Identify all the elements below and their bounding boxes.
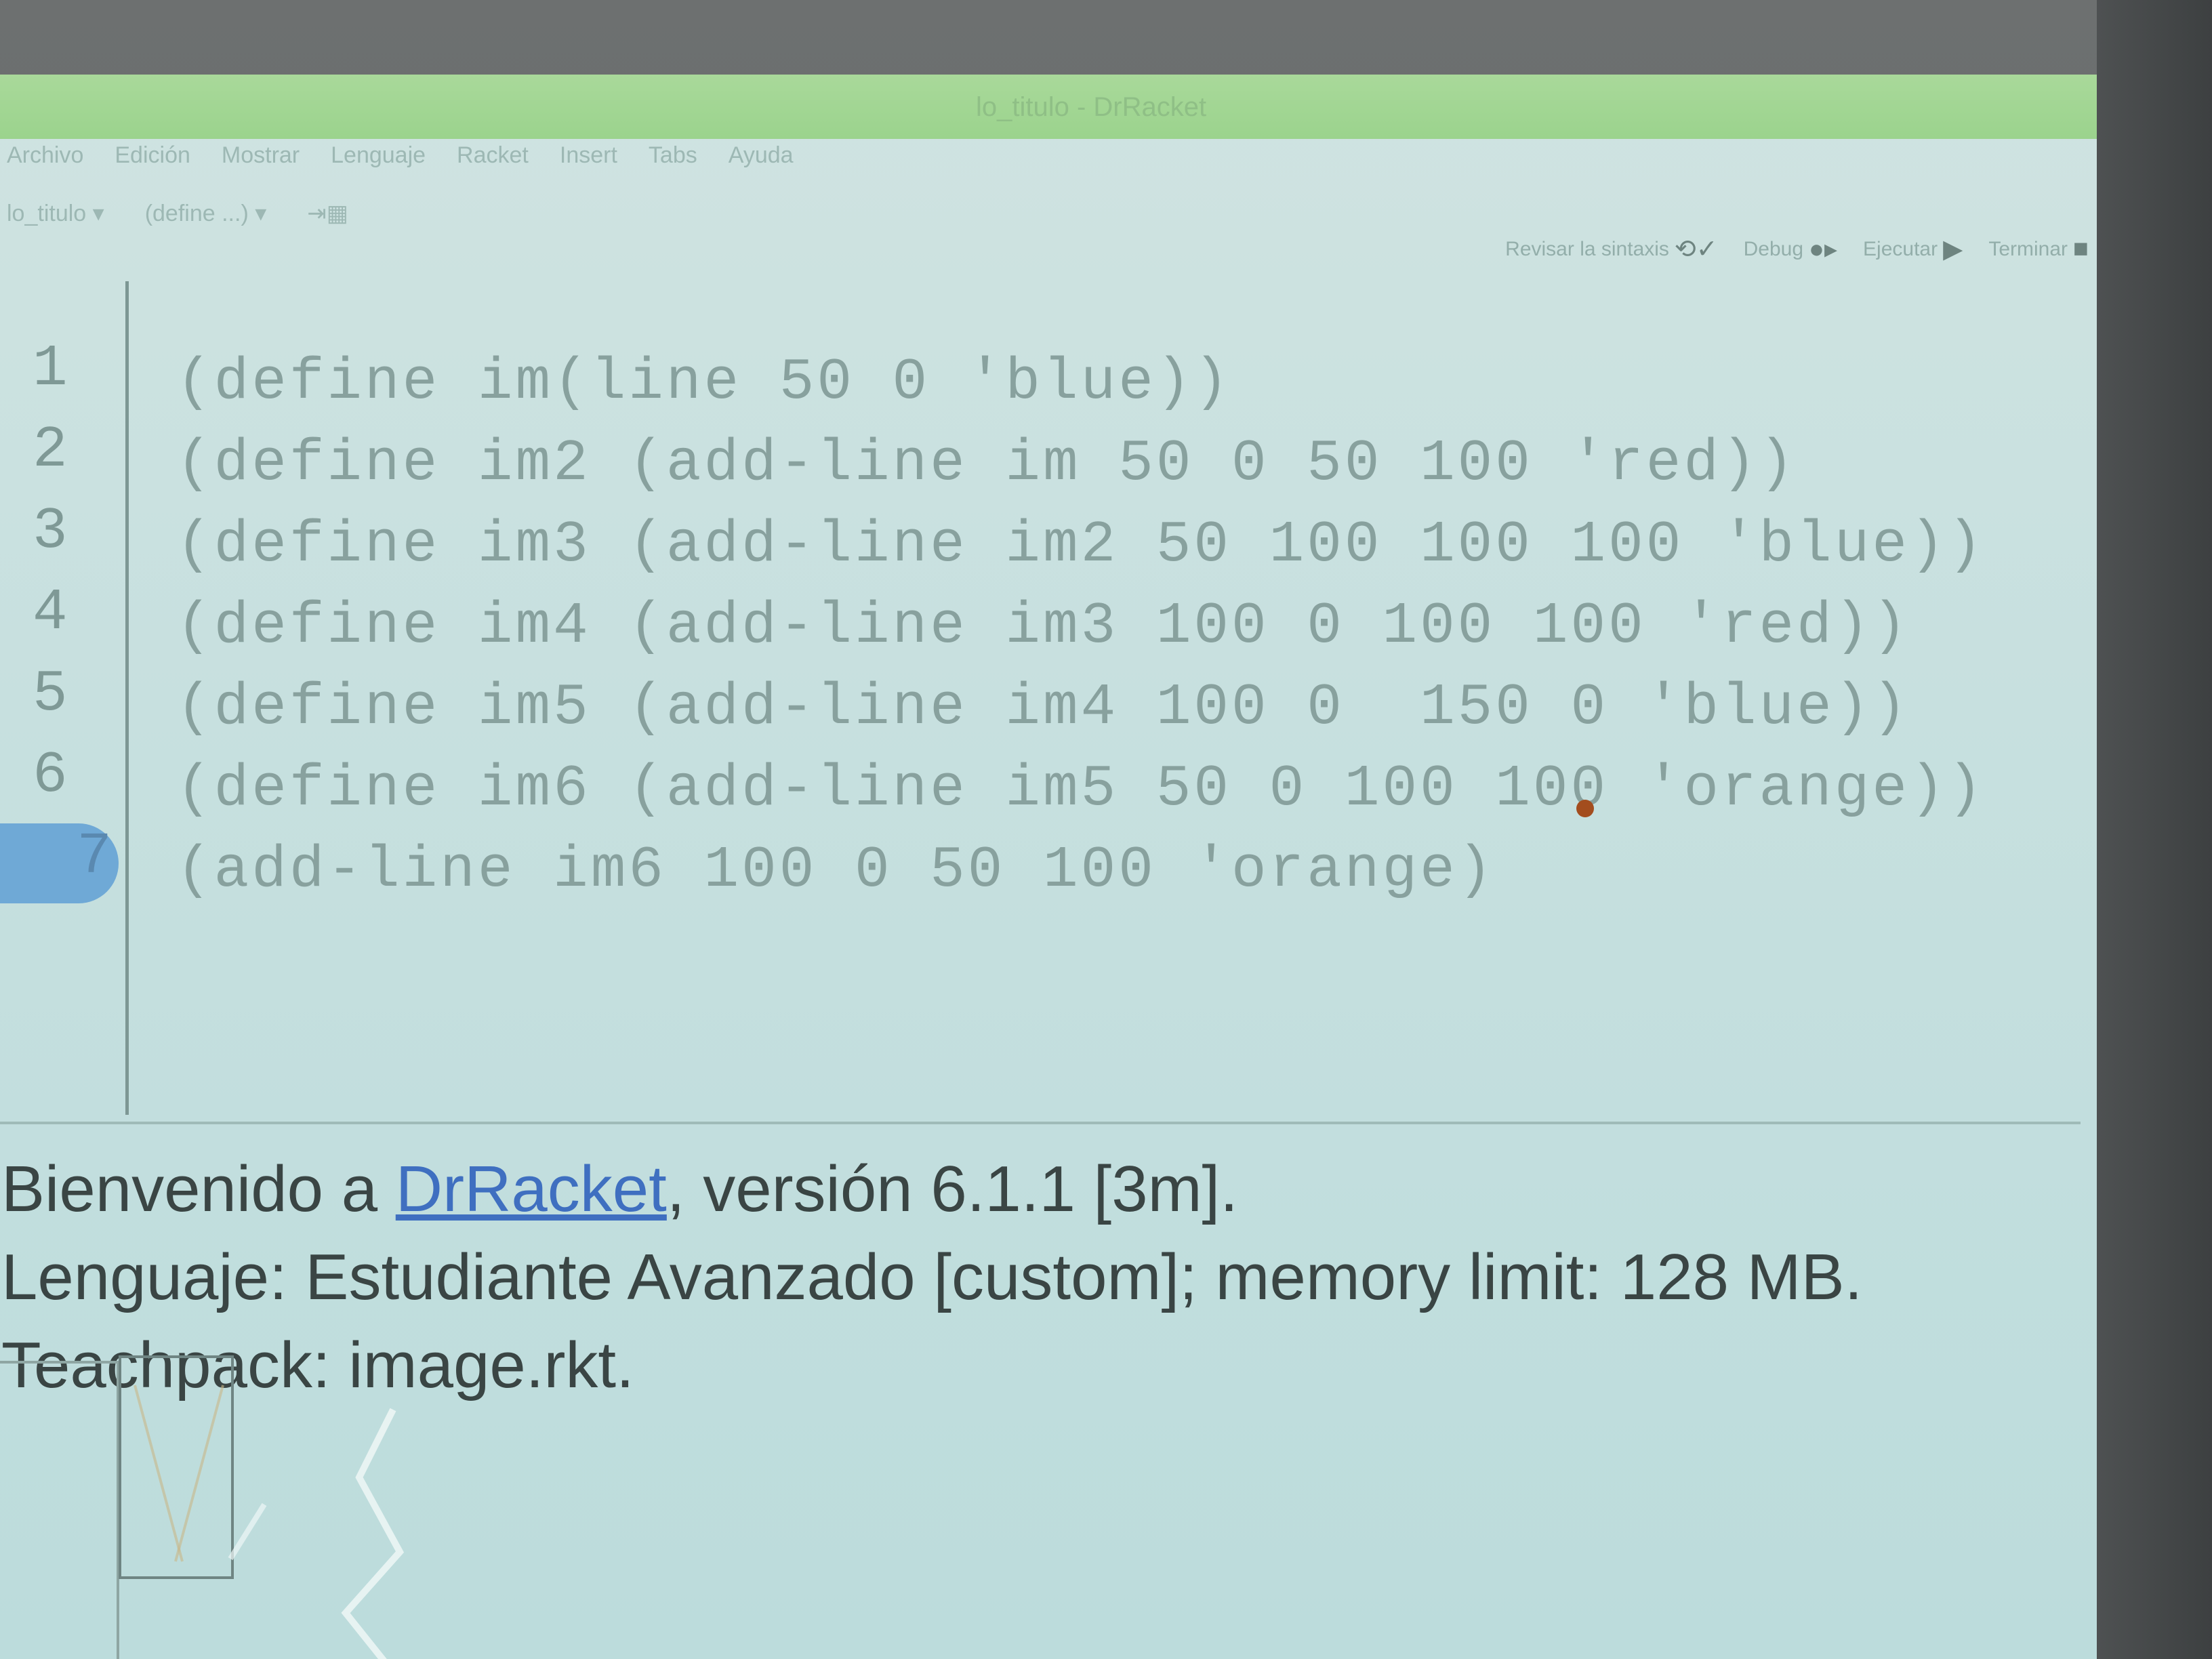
line-number: 5 [33,661,68,727]
menu-insert[interactable]: Insert [560,142,617,183]
toolbar: lo_titulo ▾ (define ...) ▾ ⇥▦ Revisar la… [0,193,2097,274]
toolbar-right: Revisar la sintaxis ⟲✓ Debug ●▸ Ejecutar… [1505,234,2089,264]
drawn-lines-image [134,1385,224,1562]
file-name-dropdown[interactable]: lo_titulo ▾ [7,200,104,227]
glare-streak [341,1408,405,1659]
check-syntax-label: Revisar la sintaxis [1505,237,1669,260]
line-number: 2 [33,417,68,483]
check-syntax-icon: ⟲✓ [1674,235,1718,264]
line-number: 3 [33,498,68,565]
toolbar-left: lo_titulo ▾ (define ...) ▾ ⇥▦ [7,200,348,227]
menu-mostrar[interactable]: Mostrar [222,142,300,183]
monitor-bezel [2097,0,2212,1659]
current-line-number: 7 [0,823,119,903]
code-line[interactable]: (define im6 (add-line im5 50 0 100 100 '… [176,756,1985,822]
menu-lenguaje[interactable]: Lenguaje [331,142,426,183]
welcome-suffix: , versión 6.1.1 [3m]. [666,1153,1238,1225]
window-title: lo_titulo - DrRacket [976,92,1207,122]
run-icon: ▶ [1943,235,1963,264]
mouse-pointer [1576,800,1594,817]
welcome-prefix: Bienvenido a [1,1153,396,1225]
menu-tabs[interactable]: Tabs [649,142,697,183]
title-bar[interactable]: lo_titulo - DrRacket [0,75,2097,139]
check-syntax-button[interactable]: Revisar la sintaxis ⟲✓ [1505,234,1717,264]
run-button[interactable]: Ejecutar ▶ [1863,234,1963,264]
debug-label: Debug [1743,237,1804,260]
result-image [119,1355,234,1579]
stop-label: Terminar [1988,237,2068,260]
line-number-gutter: 1 2 3 4 5 6 7 [0,281,129,1115]
glare-streak [228,1502,267,1561]
repl-prompt-frame [0,1361,119,1659]
menu-ayuda[interactable]: Ayuda [729,142,794,183]
line-number: 4 [33,579,68,646]
code-line[interactable]: (define im2 (add-line im 50 0 50 100 're… [176,430,1797,497]
save-icon[interactable]: ⇥▦ [307,200,348,227]
stop-icon: ■ [2073,234,2089,263]
menu-edicion[interactable]: Edición [115,142,190,183]
drracket-window: lo_titulo - DrRacket Archivo Edición Mos… [0,75,2097,1659]
pane-divider[interactable] [0,1122,2081,1124]
welcome-message: Bienvenido a DrRacket, versión 6.1.1 [3m… [1,1152,1238,1227]
run-label: Ejecutar [1863,237,1938,260]
menu-bar: Archivo Edición Mostrar Lenguaje Racket … [0,142,794,183]
definitions-editor[interactable]: 1 2 3 4 5 6 7 (define im(line 50 0 'blue… [0,281,2081,1115]
screen-glare [228,1408,405,1659]
drracket-link[interactable]: DrRacket [396,1153,667,1225]
code-line[interactable]: (define im5 (add-line im4 100 0 150 0 'b… [176,674,1910,741]
code-line[interactable]: (add-line im6 100 0 50 100 'orange) [176,837,1495,903]
define-dropdown[interactable]: (define ...) ▾ [145,200,267,227]
code-line[interactable]: (define im(line 50 0 'blue)) [176,349,1231,415]
language-info: Lenguaje: Estudiante Avanzado [custom]; … [1,1241,1863,1313]
code-line[interactable]: (define im4 (add-line im3 100 0 100 100 … [176,593,1910,659]
menu-racket[interactable]: Racket [457,142,529,183]
line-number: 1 [33,335,68,402]
debug-icon: ●▸ [1809,235,1838,264]
debug-button[interactable]: Debug ●▸ [1744,234,1837,264]
menu-archivo[interactable]: Archivo [7,142,83,183]
orange-line-1 [134,1385,184,1562]
line-number: 6 [33,742,68,808]
stop-button[interactable]: Terminar ■ [1988,234,2089,264]
orange-line-2 [174,1385,224,1562]
code-line[interactable]: (define im3 (add-line im2 50 100 100 100… [176,512,1985,578]
